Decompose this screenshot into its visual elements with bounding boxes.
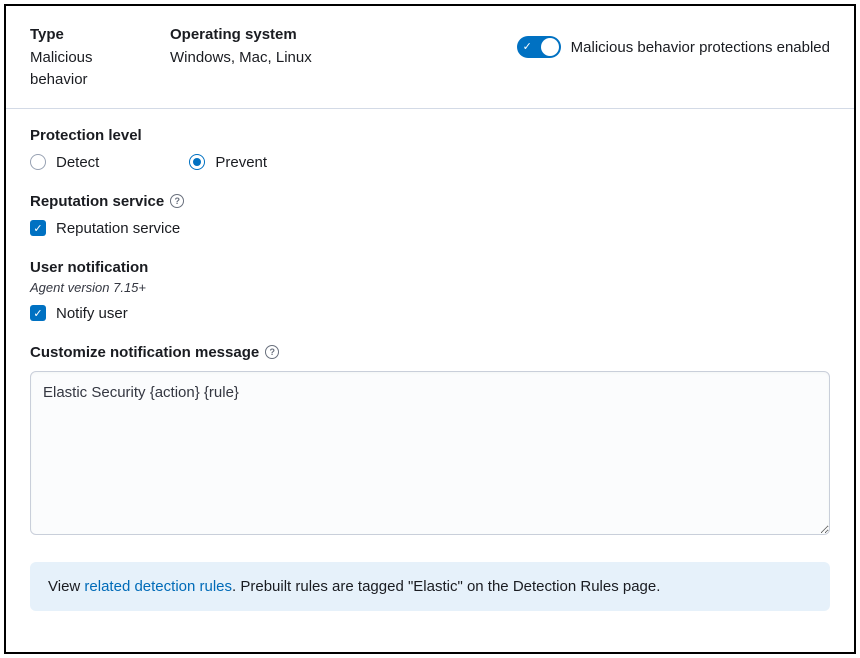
reputation-service-title-text: Reputation service bbox=[30, 193, 164, 210]
callout-prefix: View bbox=[48, 578, 84, 595]
os-label: Operating system bbox=[170, 24, 312, 47]
help-icon[interactable]: ? bbox=[170, 194, 184, 208]
protection-toggle[interactable]: ✓ bbox=[517, 36, 561, 58]
panel-header: Type Malicious behavior Operating system… bbox=[6, 6, 854, 109]
callout-suffix: . Prebuilt rules are tagged "Elastic" on… bbox=[232, 578, 660, 595]
os-value: Windows, Mac, Linux bbox=[170, 47, 312, 70]
help-icon[interactable]: ? bbox=[265, 345, 279, 359]
os-column: Operating system Windows, Mac, Linux bbox=[170, 24, 312, 69]
toggle-label: Malicious behavior protections enabled bbox=[571, 39, 830, 56]
radio-detect[interactable]: Detect bbox=[30, 154, 99, 171]
customize-message-title: Customize notification message ? bbox=[30, 344, 830, 361]
user-notification-title: User notification bbox=[30, 259, 830, 276]
user-notification-subtitle: Agent version 7.15+ bbox=[30, 280, 830, 295]
reputation-service-checkbox-label: Reputation service bbox=[56, 220, 180, 237]
reputation-service-checkbox: ✓ bbox=[30, 220, 46, 236]
radio-prevent[interactable]: Prevent bbox=[189, 154, 267, 171]
radio-input-detect bbox=[30, 154, 46, 170]
notify-user-checkbox: ✓ bbox=[30, 305, 46, 321]
type-column: Type Malicious behavior bbox=[30, 24, 130, 92]
type-label: Type bbox=[30, 24, 130, 47]
protection-level-radio-group: Detect Prevent bbox=[30, 154, 830, 171]
protection-toggle-group: ✓ Malicious behavior protections enabled bbox=[517, 24, 830, 58]
reputation-service-checkbox-item[interactable]: ✓ Reputation service bbox=[30, 220, 830, 237]
radio-label-detect: Detect bbox=[56, 154, 99, 171]
detection-rules-callout: View related detection rules. Prebuilt r… bbox=[30, 562, 830, 611]
type-value: Malicious behavior bbox=[30, 47, 130, 92]
toggle-knob bbox=[541, 38, 559, 56]
reputation-service-title: Reputation service ? bbox=[30, 193, 830, 210]
radio-label-prevent: Prevent bbox=[215, 154, 267, 171]
related-detection-rules-link[interactable]: related detection rules bbox=[84, 578, 232, 595]
customize-message-title-text: Customize notification message bbox=[30, 344, 259, 361]
protection-level-title: Protection level bbox=[30, 127, 830, 144]
panel-body: Protection level Detect Prevent Reputati… bbox=[6, 109, 854, 631]
check-icon: ✓ bbox=[523, 40, 532, 54]
radio-input-prevent bbox=[189, 154, 205, 170]
notify-user-checkbox-item[interactable]: ✓ Notify user bbox=[30, 305, 830, 322]
notification-message-input[interactable] bbox=[30, 371, 830, 535]
message-textarea-wrap bbox=[30, 371, 830, 538]
notify-user-checkbox-label: Notify user bbox=[56, 305, 128, 322]
protection-panel: Type Malicious behavior Operating system… bbox=[4, 4, 856, 654]
